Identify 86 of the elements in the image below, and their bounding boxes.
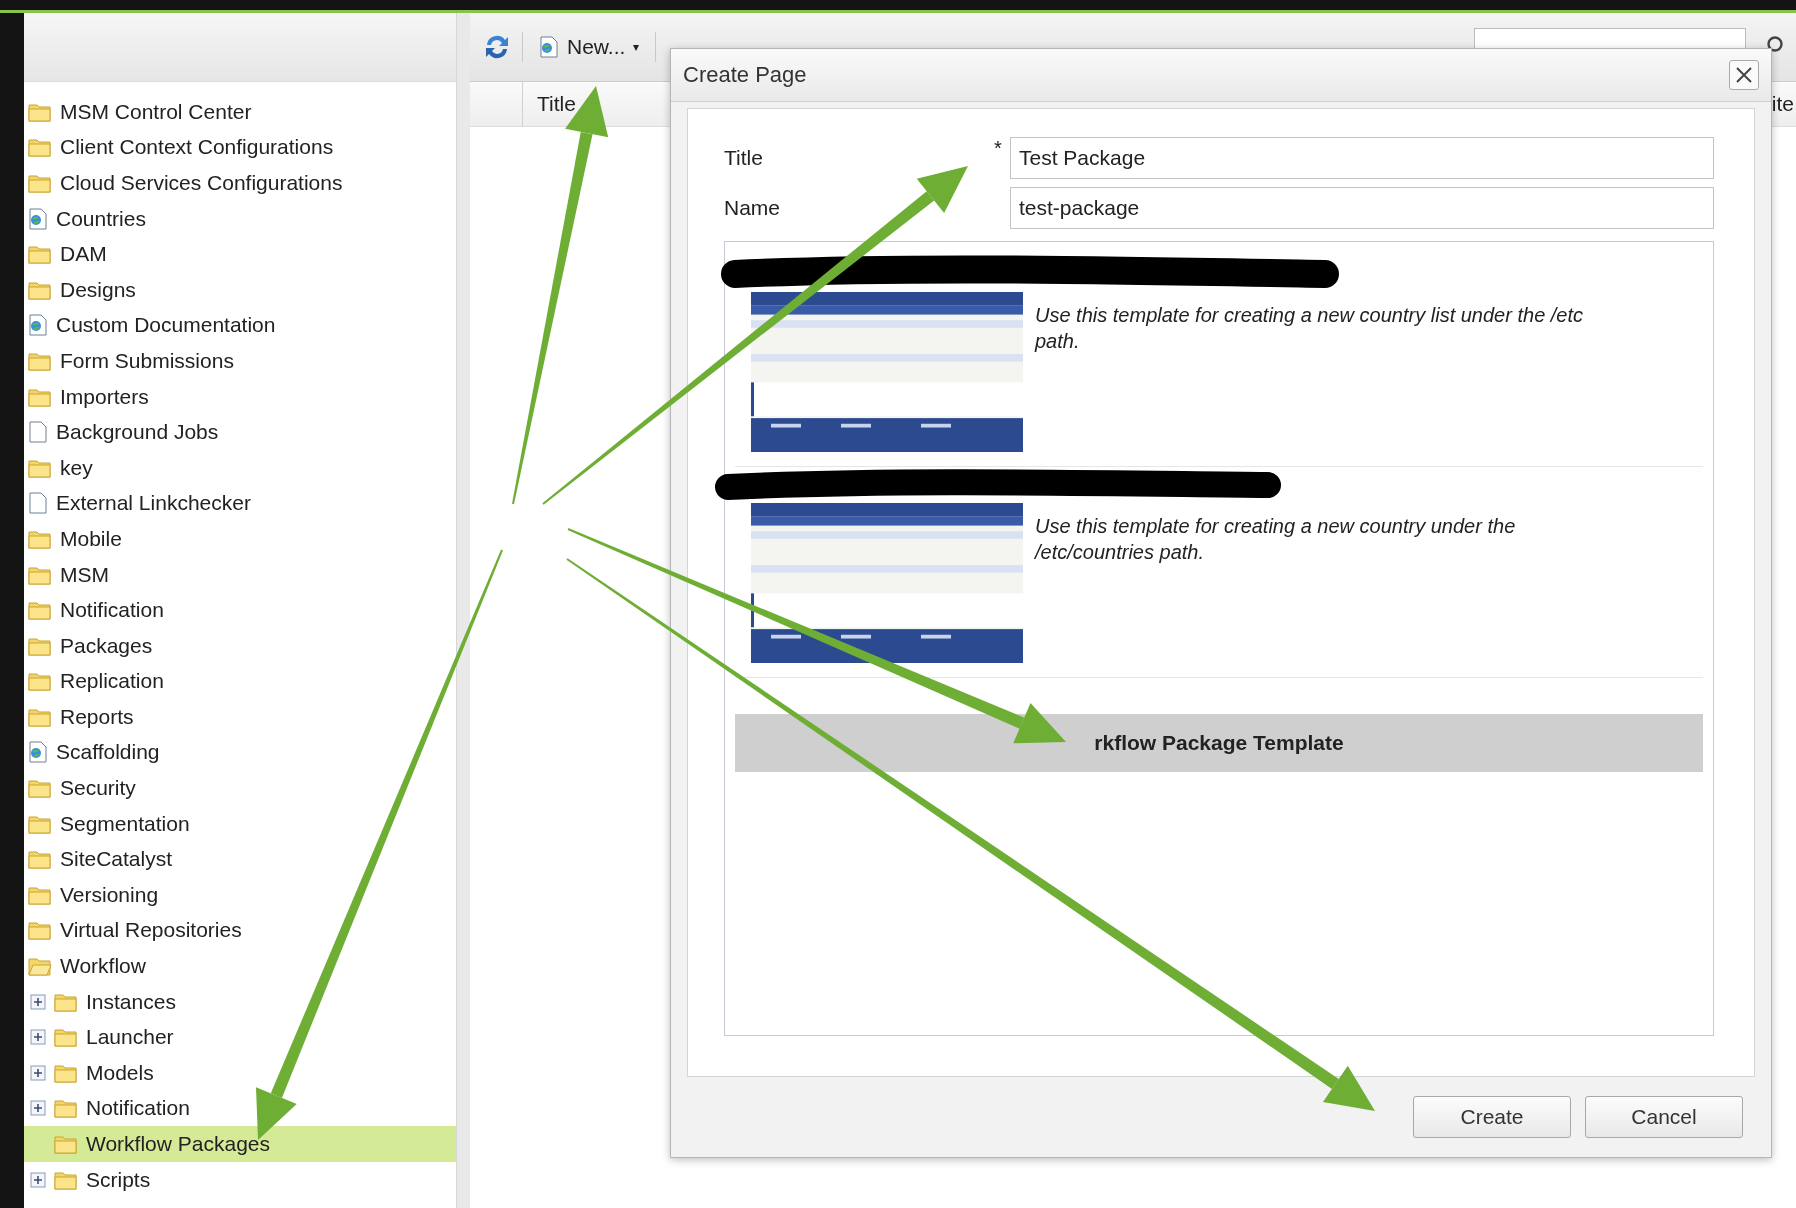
- expand-icon[interactable]: [30, 1100, 46, 1117]
- field-label: Name: [724, 196, 782, 220]
- tree-item[interactable]: SiteCatalyst: [24, 841, 456, 878]
- dialog-button[interactable]: Cancel: [1585, 1096, 1743, 1138]
- tree-item[interactable]: Designs: [24, 271, 456, 308]
- folder-icon: [54, 991, 78, 1012]
- tree-item[interactable]: Client Context Configurations: [24, 129, 456, 166]
- tree-item[interactable]: Background Jobs: [24, 414, 456, 450]
- field-label: Title: [724, 146, 764, 170]
- tree-item[interactable]: External Linkchecker: [24, 485, 456, 522]
- tree-item[interactable]: Launcher: [24, 1019, 456, 1056]
- column-header[interactable]: ite: [1771, 92, 1796, 116]
- folder-icon: [54, 1098, 78, 1119]
- folder-icon: [28, 350, 52, 371]
- folder-icon: [54, 1134, 78, 1154]
- folder-icon: [28, 101, 52, 122]
- template-description: Use this template for creating a new country list under the /etc path.: [1035, 303, 1585, 354]
- globe-page-icon: [539, 36, 559, 58]
- template-description: Use this template for creating a new country under the /etc/countries path.: [1035, 514, 1517, 565]
- folder-icon: [54, 1062, 78, 1083]
- tree-item[interactable]: key: [24, 449, 456, 486]
- tree-item[interactable]: Countries: [24, 200, 456, 237]
- template-title: rkflow Package Template: [1094, 731, 1344, 755]
- expand-icon[interactable]: [30, 1029, 46, 1046]
- new-button[interactable]: New... ▾: [533, 31, 646, 63]
- tree-item[interactable]: Segmentation: [24, 805, 456, 842]
- template-item[interactable]: Use this template for creating a new country list under the /etc path.: [735, 292, 1703, 467]
- folder-icon: [28, 671, 52, 692]
- tree-item[interactable]: Security: [24, 770, 456, 806]
- template-item[interactable]: rkflow Package Template: [735, 714, 1703, 772]
- expand-icon[interactable]: [30, 993, 46, 1010]
- tree-item[interactable]: Cloud Services Configurations: [24, 165, 456, 201]
- tree-item[interactable]: Replication: [24, 663, 456, 700]
- folder-icon: [28, 884, 52, 905]
- folder-icon: [28, 173, 52, 193]
- open-folder-icon: [28, 956, 52, 977]
- tree-item[interactable]: Workflow: [24, 948, 456, 984]
- folder-icon: [28, 457, 52, 478]
- tree-item[interactable]: Instances: [24, 983, 456, 1020]
- folder-icon: [28, 813, 52, 834]
- tree-item[interactable]: DAM: [24, 236, 456, 272]
- tree-item[interactable]: Mobile: [24, 521, 456, 557]
- tree-item[interactable]: Scripts: [24, 1161, 456, 1198]
- text-field[interactable]: test-package: [1010, 187, 1714, 229]
- template-item[interactable]: Use this template for creating a new country under the /etc/countries path.: [735, 503, 1703, 678]
- tree-item[interactable]: Notification: [24, 1090, 456, 1127]
- folder-icon: [28, 778, 52, 799]
- tree-item[interactable]: MSM Control Center: [24, 94, 456, 130]
- tree-item[interactable]: MSM: [24, 556, 456, 593]
- tree-item[interactable]: Scaffolding: [24, 734, 456, 771]
- expand-icon[interactable]: [30, 1171, 46, 1188]
- tree-item[interactable]: Virtual Repositories: [24, 912, 456, 949]
- tree-item[interactable]: Custom Documentation: [24, 307, 456, 344]
- folder-icon: [28, 706, 52, 727]
- tree-item[interactable]: Packages: [24, 627, 456, 664]
- folder-icon: [28, 528, 52, 549]
- tree-item[interactable]: Models: [24, 1055, 456, 1091]
- required-marker: *: [994, 137, 1003, 160]
- folder-icon: [28, 564, 52, 585]
- folder-icon: [28, 244, 52, 265]
- tree-item[interactable]: Form Submissions: [24, 343, 456, 379]
- text-field[interactable]: Test Package: [1010, 137, 1714, 179]
- folder-icon: [28, 635, 52, 656]
- page-icon: [28, 492, 48, 515]
- dialog-button[interactable]: Create: [1413, 1096, 1571, 1138]
- tree-item[interactable]: Importers: [24, 378, 456, 415]
- page-icon: [28, 421, 48, 444]
- tree-item[interactable]: Workflow Packages: [24, 1126, 456, 1162]
- folder-icon: [54, 1169, 78, 1190]
- folder-icon: [28, 386, 52, 407]
- folder-icon: [28, 849, 52, 870]
- globe-page-icon: [28, 207, 48, 230]
- globe-page-icon: [28, 741, 48, 764]
- tree-item[interactable]: Versioning: [24, 877, 456, 913]
- folder-icon: [28, 137, 52, 158]
- close-icon: [1735, 66, 1753, 84]
- globe-page-icon: [28, 314, 48, 337]
- folder-icon: [28, 920, 52, 941]
- expand-icon[interactable]: [30, 1064, 46, 1081]
- dialog-title: Create Page: [683, 62, 807, 88]
- folder-icon: [28, 600, 52, 621]
- tree-item[interactable]: Notification: [24, 592, 456, 628]
- folder-icon: [54, 1027, 78, 1048]
- tree-item[interactable]: Reports: [24, 699, 456, 735]
- folder-icon: [28, 279, 52, 300]
- close-button[interactable]: [1729, 60, 1759, 90]
